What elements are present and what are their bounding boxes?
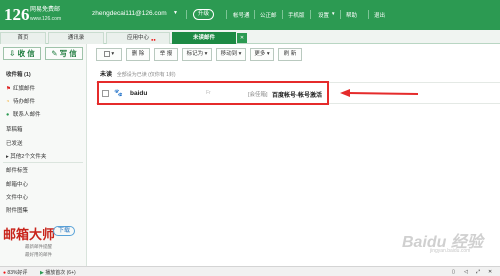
divider <box>310 10 311 19</box>
divider <box>282 10 283 19</box>
select-all-checkbox[interactable]: ▾ <box>96 48 122 61</box>
list-header: 未读 全部设为已读 (仅你有 1封) <box>100 69 176 78</box>
sidebar-item-mail-tags[interactable]: 邮件标签 <box>6 166 28 174</box>
chevron-down-icon[interactable]: ▼ <box>331 11 335 16</box>
contact-icon: ● <box>6 112 10 119</box>
logo-126[interactable]: 126 <box>4 3 30 27</box>
more-button[interactable]: 更多 ▾ <box>250 48 274 61</box>
move-to-button[interactable]: 移动到 ▾ <box>216 48 246 61</box>
fullscreen-icon[interactable]: ⤢ <box>476 269 480 275</box>
divider <box>186 10 187 19</box>
status-rating-label: 83%好评 <box>7 270 28 276</box>
new-dot-icon: ●● <box>151 37 156 42</box>
sidebar-item-drafts[interactable]: 草稿箱 <box>6 125 23 133</box>
divider <box>226 10 227 19</box>
report-button[interactable]: 举 报 <box>154 48 178 61</box>
status-play-label: 播放首次 (6+) <box>45 270 76 276</box>
sidebar-item-contact-mail[interactable]: ● 联系人邮件 <box>6 110 41 118</box>
status-bar: ● 83%好评 ▶ 播放首次 (6+) ▯ ◁ ⤢ ✕ <box>0 266 500 276</box>
download-icon: ⇩ <box>9 49 16 58</box>
sidebar-item-inbox[interactable]: 收件箱 (1) <box>6 70 31 78</box>
chevron-down-icon: ▾ <box>238 51 242 57</box>
status-rating: ● 83%好评 <box>3 269 27 276</box>
annotation-arrow-icon <box>340 89 419 97</box>
more-label: 更多 <box>254 51 266 57</box>
tab-label: 应用中心 <box>126 35 149 41</box>
header-link-help[interactable]: 帮助 <box>346 11 357 19</box>
play-icon: ▶ <box>40 270 44 276</box>
sidebar-item-mail-center[interactable]: 邮箱中心 <box>6 180 28 188</box>
tab-home[interactable]: 首页 <box>0 32 46 44</box>
close-icon[interactable]: ✕ <box>488 269 492 275</box>
header-link-settings[interactable]: 设置 <box>318 11 329 19</box>
upgrade-button[interactable]: 升级 <box>193 9 215 20</box>
header-link-justice-mail[interactable]: 公正邮 <box>260 11 277 19</box>
compose-buttons: ⇩ 收 信 ✎ 写 信 <box>3 47 84 60</box>
move-to-label: 移动到 <box>220 51 238 57</box>
write-label: 写 信 <box>59 49 77 58</box>
mark-as-button[interactable]: 标记为 ▾ <box>182 48 212 61</box>
sidebar-item-file-center[interactable]: 文件中心 <box>6 193 28 201</box>
chevron-down-icon: ▾ <box>266 51 270 57</box>
account-name[interactable]: zhengdecai111@126.com <box>92 10 167 17</box>
delete-button[interactable]: 删 除 <box>126 48 150 61</box>
divider <box>3 162 83 163</box>
promo-line: 最好用的邮件 <box>25 252 52 257</box>
promo-line: 最新邮件提醒 <box>25 244 52 249</box>
volume-icon[interactable]: ◁ <box>464 269 468 275</box>
receive-button[interactable]: ⇩ 收 信 <box>3 47 41 60</box>
sidebar-item-red-flag[interactable]: ⚑ 红旗邮件 <box>6 84 35 92</box>
header-link-logout[interactable]: 退出 <box>374 11 385 19</box>
sidebar-item-label: 联系人邮件 <box>13 112 41 118</box>
sidebar-item-label: 待办邮件 <box>13 99 36 105</box>
divider <box>254 10 255 19</box>
sidebar-item-label: 红旗邮件 <box>13 86 36 92</box>
tab-unread[interactable]: 未读邮件 <box>172 32 236 44</box>
mark-all-read-link[interactable]: 全部设为已读 (仅你有 1封) <box>117 72 176 78</box>
tab-contacts[interactable]: 通讯录 <box>48 32 104 44</box>
sidebar: ⇩ 收 信 ✎ 写 信 收件箱 (1) ⚑ 红旗邮件 ◔ 待办邮件 ● 联系人邮件 草… <box>0 44 87 266</box>
logo-caption: 网易免费邮 <box>30 7 61 13</box>
mark-as-label: 标记为 <box>186 51 204 57</box>
header-link-account-pass[interactable]: 帐号通 <box>233 11 250 19</box>
top-header: 126 网易免费邮 www.126.com zhengdecai111@126.… <box>0 0 500 30</box>
refresh-button[interactable]: 刷 新 <box>278 48 302 61</box>
logo-url: www.126.com <box>30 16 62 22</box>
mail-master-promo[interactable]: 邮箱大师 下载 最新邮件提醒 最好用的邮件 <box>3 224 83 264</box>
pencil-icon: ✎ <box>51 49 58 58</box>
sidebar-item-other-folders[interactable]: ▸ 其他2个文件夹 <box>6 152 46 160</box>
divider <box>368 10 369 19</box>
red-flag-icon: ⚑ <box>6 86 11 93</box>
write-button[interactable]: ✎ 写 信 <box>45 47 83 60</box>
todo-icon: ◔ <box>6 99 10 106</box>
header-link-mobile[interactable]: 手机版 <box>288 11 305 19</box>
tab-app-center[interactable]: 应用中心 ●● <box>106 32 170 44</box>
highlight-box <box>97 81 329 105</box>
sidebar-item-label: 其他2个文件夹 <box>10 154 47 160</box>
receive-label: 收 信 <box>17 49 35 58</box>
phone-icon[interactable]: ▯ <box>452 269 455 275</box>
chevron-down-icon[interactable]: ▼ <box>173 10 178 16</box>
dot-icon: ● <box>3 270 7 276</box>
sidebar-item-attachments[interactable]: 附件图集 <box>6 206 28 214</box>
chevron-down-icon: ▾ <box>204 51 208 57</box>
promo-title: 邮箱大师 <box>3 227 56 242</box>
list-title: 未读 <box>100 72 113 78</box>
divider <box>340 10 341 19</box>
tab-bar: 首页 通讯录 应用中心 ●● 未读邮件 ✕ <box>0 30 500 44</box>
chevron-down-icon: ▾ <box>111 51 115 57</box>
sidebar-item-sent[interactable]: 已发送 <box>6 139 23 147</box>
status-play[interactable]: ▶ 播放首次 (6+) <box>40 269 76 276</box>
promo-download-button[interactable]: 下载 <box>53 226 75 236</box>
mail-toolbar: ▾ 删 除 举 报 标记为 ▾ 移动到 ▾ 更多 ▾ 刷 新 <box>92 48 500 62</box>
sidebar-item-todo[interactable]: ◔ 待办邮件 <box>6 97 35 105</box>
close-icon[interactable]: ✕ <box>237 33 247 43</box>
checkbox-icon <box>103 50 110 57</box>
watermark-url: jingyan.baidu.com <box>430 248 471 254</box>
